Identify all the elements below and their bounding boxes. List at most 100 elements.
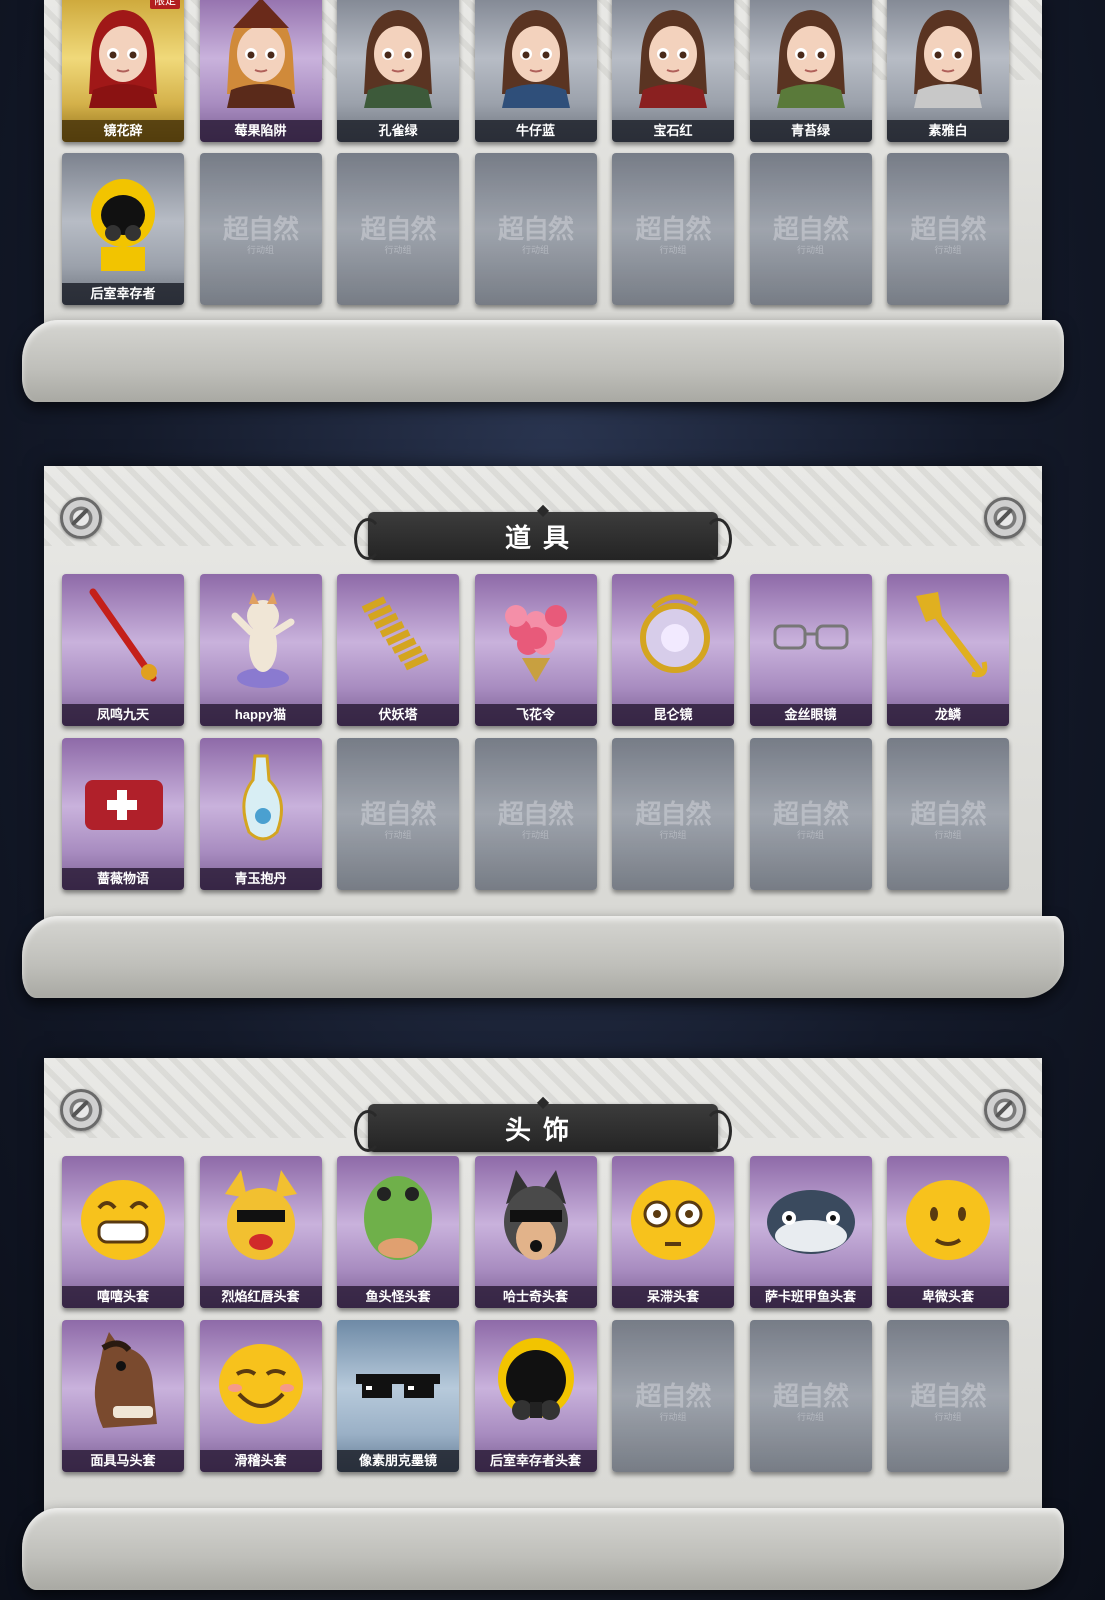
yellow-mascot-sunglasses-icon [211, 1164, 311, 1274]
humble-emoji-head-icon [898, 1164, 998, 1274]
card-label: 莓果陷阱 [199, 120, 322, 142]
witch-hat-portrait [211, 0, 311, 108]
card-label: 龙鳞 [887, 704, 1009, 726]
costumes-card[interactable]: 限定 镜花辞 [62, 0, 184, 142]
compass-left-icon [60, 1089, 102, 1131]
card-label: 萨卡班甲鱼头套 [749, 1286, 872, 1308]
gas-mask-helmet-icon [486, 1328, 586, 1438]
watermark-logo: 超自然 [360, 215, 436, 245]
items-card[interactable]: 青玉抱丹 [199, 738, 322, 890]
headwear-title-text: 头饰 [504, 1114, 581, 1145]
empty-slot-placeholder: 超自然 行动组 [337, 738, 459, 890]
watermark-logo: 超自然 [772, 1382, 849, 1412]
card-label: 凤鸣九天 [62, 704, 184, 726]
costumes-card[interactable]: 素雅白 [887, 0, 1009, 142]
headwear-card[interactable]: 烈焰红唇头套 [199, 1156, 322, 1308]
card-label: 卑微头套 [887, 1286, 1009, 1308]
card-label: 像素朋克墨镜 [337, 1450, 459, 1472]
items-card[interactable]: 凤鸣九天 [62, 574, 184, 726]
items-card[interactable]: 龙鳞 [887, 574, 1009, 726]
costumes-card[interactable]: 后室幸存者 [62, 153, 184, 305]
empty-slot-placeholder: 超自然 行动组 [612, 738, 734, 890]
dazed-emoji-head-icon [623, 1164, 723, 1274]
compass-left-icon [60, 497, 102, 539]
card-label: 后室幸存者 [62, 283, 184, 305]
costumes-card[interactable]: 青苔绿 [749, 0, 872, 142]
costumes-card[interactable]: 莓果陷阱 [199, 0, 322, 142]
watermark-logo: 超自然 [497, 215, 574, 245]
card-label: 孔雀绿 [337, 120, 459, 142]
girl-portrait-green [348, 0, 448, 108]
headwear-card[interactable]: 像素朋克墨镜 [337, 1320, 459, 1472]
limited-badge: 限定 [150, 0, 180, 9]
watermark-logo: 超自然 [497, 800, 574, 830]
empty-slot-placeholder: 超自然 行动组 [474, 738, 597, 890]
empty-slot-placeholder: 超自然 行动组 [749, 738, 872, 890]
watermark-sub: 行动组 [934, 245, 962, 255]
fish-head-icon [348, 1164, 448, 1274]
card-label: 鱼头怪头套 [337, 1286, 459, 1308]
empty-slot-placeholder: 超自然 行动组 [887, 1320, 1009, 1472]
banner-ornament-icon: ◆ [536, 502, 550, 519]
headwear-card[interactable]: 滑稽头套 [199, 1320, 322, 1472]
items-scroll-edge [22, 916, 1064, 998]
empty-slot-placeholder: 超自然 行动组 [749, 1320, 872, 1472]
items-card[interactable]: happy猫 [199, 574, 322, 726]
horse-mask-icon [73, 1328, 173, 1438]
card-label: 后室幸存者头套 [474, 1450, 597, 1472]
empty-slot-placeholder: 超自然 行动组 [474, 153, 597, 305]
watermark-sub: 行动组 [796, 245, 824, 255]
sacabambaspis-head-icon [761, 1164, 861, 1274]
husky-head-sunglasses-icon [486, 1164, 586, 1274]
watermark-sub: 行动组 [934, 1412, 962, 1422]
girl-portrait-moss [761, 0, 861, 108]
empty-slot-placeholder: 超自然 行动组 [612, 153, 734, 305]
items-section-title: ◆ 道具 [354, 502, 732, 560]
funny-emoji-head-icon [211, 1328, 311, 1438]
card-label: 昆仑镜 [612, 704, 734, 726]
card-label: 呆滞头套 [612, 1286, 734, 1308]
items-card[interactable]: 昆仑镜 [612, 574, 734, 726]
watermark-logo: 超自然 [635, 215, 711, 245]
empty-slot-placeholder: 超自然 行动组 [749, 153, 872, 305]
costumes-card[interactable]: 牛仔蓝 [474, 0, 597, 142]
items-card[interactable]: 伏妖塔 [337, 574, 459, 726]
costumes-card[interactable]: 孔雀绿 [337, 0, 459, 142]
compass-right-icon [984, 1089, 1026, 1131]
flower-bouquet-icon [486, 582, 586, 692]
card-label: 飞花令 [474, 704, 597, 726]
items-title-text: 道具 [504, 522, 581, 553]
headwear-card[interactable]: 面具马头套 [62, 1320, 184, 1472]
headwear-card[interactable]: 后室幸存者头套 [474, 1320, 597, 1472]
headwear-card[interactable]: 嘻嘻头套 [62, 1156, 184, 1308]
jade-vase-icon [211, 746, 311, 856]
card-label: 烈焰红唇头套 [199, 1286, 322, 1308]
costumes-card[interactable]: 宝石红 [612, 0, 734, 142]
watermark-logo: 超自然 [772, 800, 849, 830]
items-card[interactable]: 飞花令 [474, 574, 597, 726]
headwear-card[interactable]: 呆滞头套 [612, 1156, 734, 1308]
items-card[interactable]: 金丝眼镜 [749, 574, 872, 726]
headwear-card[interactable]: 卑微头套 [887, 1156, 1009, 1308]
watermark-sub: 行动组 [659, 245, 687, 255]
headwear-card[interactable]: 萨卡班甲鱼头套 [749, 1156, 872, 1308]
watermark-sub: 行动组 [521, 245, 549, 255]
items-card[interactable]: 蔷薇物语 [62, 738, 184, 890]
ornate-mirror-icon [623, 582, 723, 692]
headwear-scroll-edge [22, 1508, 1064, 1590]
headwear-card[interactable]: 鱼头怪头套 [337, 1156, 459, 1308]
dancing-cat-icon [211, 582, 311, 692]
empty-slot-placeholder: 超自然 行动组 [612, 1320, 734, 1472]
card-label: happy猫 [199, 704, 322, 726]
headwear-card[interactable]: 哈士奇头套 [474, 1156, 597, 1308]
watermark-logo: 超自然 [635, 800, 711, 830]
card-label: 嘻嘻头套 [62, 1286, 184, 1308]
watermark-logo: 超自然 [222, 215, 299, 245]
card-label: 青苔绿 [749, 120, 872, 142]
watermark-sub: 行动组 [384, 245, 412, 255]
watermark-sub: 行动组 [796, 1412, 824, 1422]
glasses-icon [761, 582, 861, 692]
watermark-logo: 超自然 [910, 215, 986, 245]
girl-portrait-red [623, 0, 723, 108]
empty-slot-placeholder: 超自然 行动组 [887, 738, 1009, 890]
